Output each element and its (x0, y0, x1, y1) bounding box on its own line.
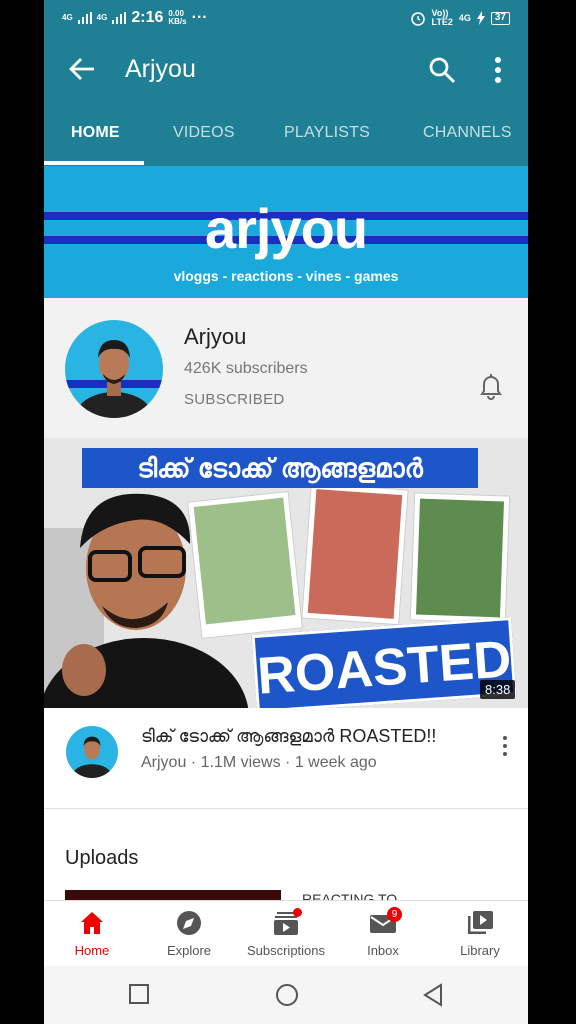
video-meta: Arjyou · 1.1M views · 1 week ago (141, 754, 377, 771)
arrow-left-icon[interactable] (68, 56, 96, 82)
nav-home[interactable]: Home (44, 901, 140, 967)
signal-icon-2 (112, 12, 127, 24)
nav-label: Library (460, 943, 500, 958)
video-channel-avatar[interactable] (66, 726, 118, 778)
new-content-dot (293, 908, 302, 917)
more-vertical-icon[interactable] (490, 56, 506, 84)
channel-name: Arjyou (184, 324, 247, 349)
speed-unit: KB/s (168, 17, 187, 26)
signal-icon (77, 12, 92, 24)
person-avatar-icon (65, 340, 163, 418)
clock: 2:16 (131, 9, 164, 26)
home-circle-icon[interactable] (275, 983, 299, 1007)
channel-header: Arjyou 426K subscribers SUBSCRIBED (44, 298, 528, 438)
tab-home[interactable]: HOME (71, 124, 120, 142)
tab-playlists[interactable]: PLAYLISTS (284, 124, 370, 142)
video-duration: 8:38 (480, 680, 516, 699)
more-vertical-icon[interactable] (502, 736, 508, 756)
recent-apps-icon[interactable] (128, 983, 150, 1005)
banner-tagline: vloggs - reactions - vines - games (173, 268, 399, 284)
banner-brand: arjyou (204, 197, 368, 260)
tab-videos[interactable]: VIDEOS (173, 124, 235, 142)
channel-title: Arjyou (125, 55, 196, 83)
featured-video-info[interactable]: ടിക് ടോക്ക് ആങ്ങളമാർ ROASTED!! Arjyou · … (44, 708, 528, 808)
inbox-badge: 9 (387, 907, 402, 922)
nav-label: Subscriptions (246, 943, 326, 958)
video-title[interactable]: ടിക് ടോക്ക് ആങ്ങളമാർ ROASTED!! (141, 726, 436, 747)
subscribe-button[interactable]: SUBSCRIBED (184, 391, 285, 408)
network-2: 4G (96, 13, 108, 22)
battery-level: 37 (490, 11, 510, 25)
channel-avatar[interactable] (65, 320, 163, 418)
tab-channels[interactable]: CHANNELS (423, 124, 512, 142)
thumb-photo-3 (409, 492, 511, 624)
more-notifications: ··· (191, 9, 208, 26)
back-triangle-icon[interactable] (422, 983, 444, 1007)
thumb-heading: ടിക്ക് ടോക്ക് ആങ്ങളമാർ (82, 448, 478, 488)
charging-icon (476, 11, 485, 25)
network-1: 4G (62, 13, 73, 22)
subscriber-count: 426K subscribers (184, 360, 308, 377)
status-bar: 4G 4G 2:16 0.00 KB/s ··· Vo)) LTE2 4G 37 (44, 0, 528, 36)
compass-icon (177, 911, 201, 935)
bottom-navigation: Home Explore Subscriptions 9 Inbox Libra… (44, 900, 528, 966)
library-icon (468, 911, 493, 934)
thumb-photo-2 (301, 482, 409, 626)
person-avatar-icon (71, 736, 113, 778)
nav-label: Inbox (367, 943, 399, 958)
nav-subscriptions[interactable]: Subscriptions (238, 901, 334, 967)
featured-video-thumbnail[interactable]: ടിക്ക് ടോക്ക് ആങ്ങളമാർ ROASTED 8:38 (44, 438, 528, 708)
section-divider (44, 808, 528, 809)
nav-inbox[interactable]: 9 Inbox (335, 901, 431, 967)
search-icon[interactable] (428, 56, 456, 84)
tab-indicator (44, 161, 144, 165)
home-icon (81, 912, 103, 934)
nav-label: Home (74, 943, 110, 958)
uploads-heading: Uploads (65, 847, 139, 869)
thumb-photo-1 (187, 491, 303, 639)
nav-label: Explore (166, 943, 212, 958)
bell-icon[interactable] (480, 374, 502, 400)
nav-explore[interactable]: Explore (141, 901, 237, 967)
channel-banner: arjyou vloggs - reactions - vines - game… (44, 166, 528, 298)
app-bar: Arjyou (44, 36, 528, 102)
system-navigation-bar (44, 966, 528, 1024)
nav-library[interactable]: Library (432, 901, 528, 967)
phone-screen: 4G 4G 2:16 0.00 KB/s ··· Vo)) LTE2 4G 37… (44, 0, 528, 1024)
alarm-icon (410, 12, 425, 26)
network-3: 4G (458, 13, 471, 23)
lte-label: LTE2 (431, 17, 453, 27)
channel-tabs: HOME VIDEOS PLAYLISTS CHANNELS (44, 102, 528, 166)
